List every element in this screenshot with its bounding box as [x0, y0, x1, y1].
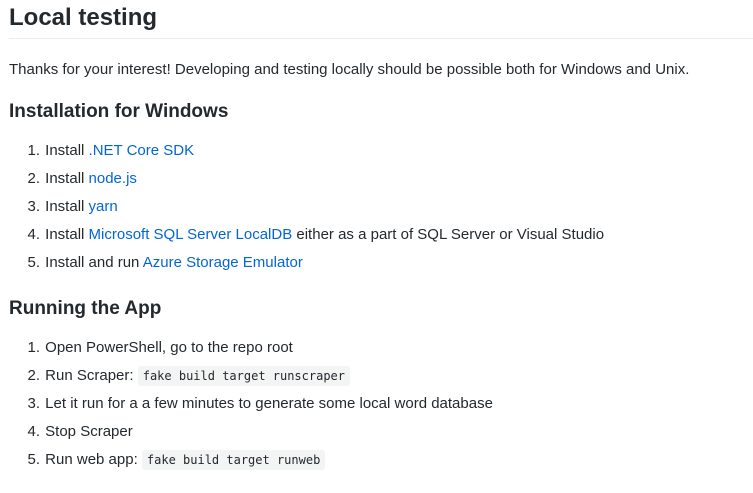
- list-item: 1. Install .NET Core SDK: [9, 137, 753, 165]
- installation-steps-list: 1. Install .NET Core SDK 2. Install node…: [9, 137, 753, 277]
- step-text: Install: [45, 198, 89, 215]
- list-item: 3. Let it run for a a few minutes to gen…: [9, 390, 753, 418]
- list-number: 1.: [27, 339, 40, 356]
- running-steps-list: 1. Open PowerShell, go to the repo root …: [9, 334, 753, 474]
- step-text: Let it run for a a few minutes to genera…: [45, 395, 493, 412]
- inline-code-runscraper: fake build target runscraper: [137, 366, 351, 386]
- link-yarn[interactable]: yarn: [89, 198, 118, 215]
- step-text: Stop Scraper: [45, 423, 133, 440]
- list-item: 2. Install node.js: [9, 165, 753, 193]
- list-item: 5. Run web app: fake build target runweb: [9, 446, 753, 474]
- page-title: Local testing: [9, 0, 753, 39]
- list-number: 4.: [27, 226, 40, 243]
- step-text: Install: [45, 226, 89, 243]
- readme-document: Local testing Thanks for your interest! …: [9, 0, 753, 474]
- section-heading-installation: Installation for Windows: [9, 101, 229, 122]
- step-text: Install: [45, 142, 89, 159]
- list-number: 5.: [27, 254, 40, 271]
- list-item: 4. Install Microsoft SQL Server LocalDB …: [9, 221, 753, 249]
- link-sql-server-localdb[interactable]: Microsoft SQL Server LocalDB: [89, 226, 293, 243]
- link-nodejs[interactable]: node.js: [89, 170, 137, 187]
- link-azure-storage-emulator[interactable]: Azure Storage Emulator: [143, 254, 303, 271]
- list-number: 2.: [27, 367, 40, 384]
- intro-paragraph: Thanks for your interest! Developing and…: [9, 61, 690, 78]
- list-item: 2. Run Scraper: fake build target runscr…: [9, 362, 753, 390]
- step-text: Install and run: [45, 254, 143, 271]
- link-dotnet-core-sdk[interactable]: .NET Core SDK: [89, 142, 195, 159]
- step-text: Install: [45, 170, 89, 187]
- list-number: 5.: [27, 451, 40, 468]
- list-item: 1. Open PowerShell, go to the repo root: [9, 334, 753, 362]
- step-text: Open PowerShell, go to the repo root: [45, 339, 293, 356]
- list-item: 5. Install and run Azure Storage Emulato…: [9, 249, 753, 277]
- inline-code-runweb: fake build target runweb: [141, 450, 326, 470]
- list-item: 4. Stop Scraper: [9, 418, 753, 446]
- list-item: 3. Install yarn: [9, 193, 753, 221]
- list-number: 4.: [27, 423, 40, 440]
- step-text: Run Scraper:: [45, 367, 138, 384]
- list-number: 1.: [27, 142, 40, 159]
- list-number: 2.: [27, 170, 40, 187]
- step-text: Run web app:: [45, 451, 142, 468]
- list-number: 3.: [27, 395, 40, 412]
- list-number: 3.: [27, 198, 40, 215]
- section-heading-running: Running the App: [9, 298, 162, 319]
- step-text-suffix: either as a part of SQL Server or Visual…: [292, 226, 605, 243]
